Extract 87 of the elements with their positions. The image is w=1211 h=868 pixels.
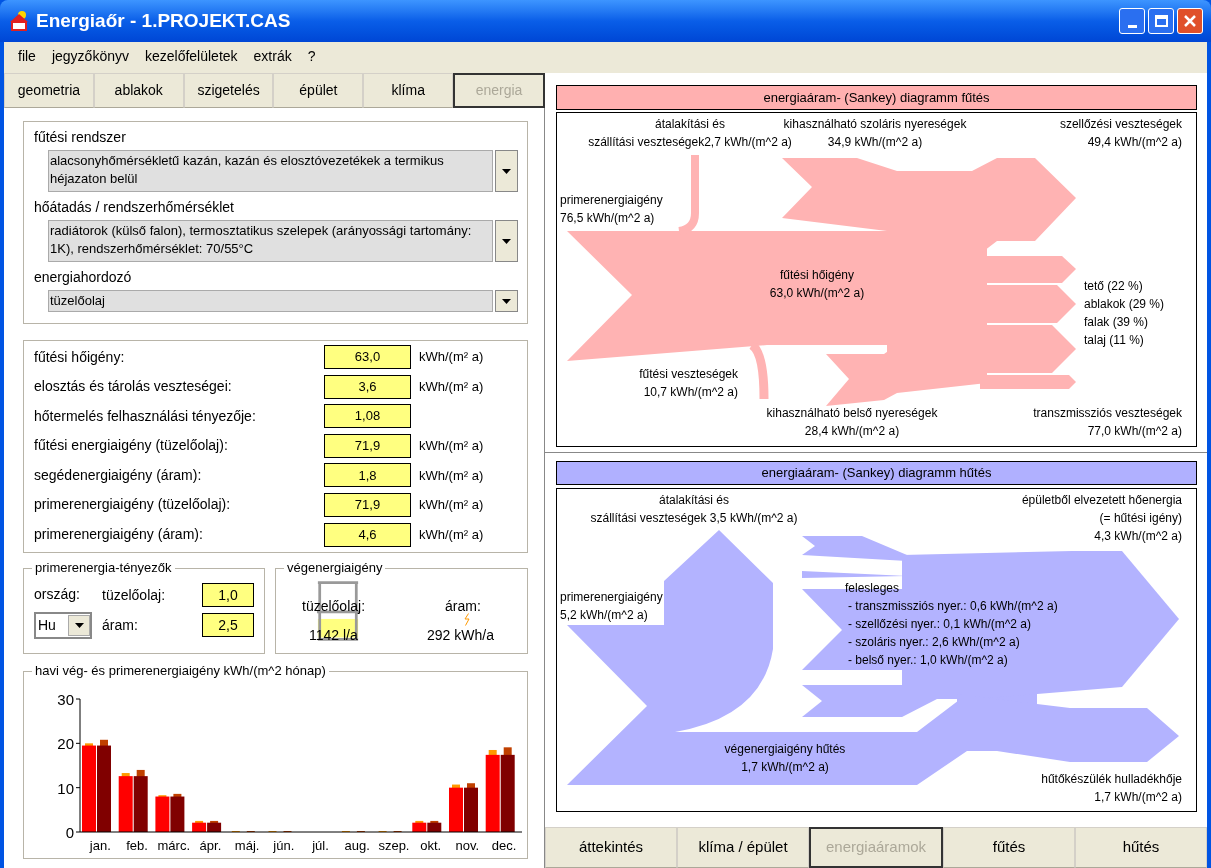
flow-label: 1,7 kWh/(m^2 a) (1094, 789, 1182, 806)
flow-label: végenergiaigény hűtés (724, 741, 846, 758)
unit-label: kWh/(m² a) (419, 437, 484, 456)
diagram-title: energiaáram- (Sankey) diagramm fűtés (556, 85, 1197, 110)
axis-tick-label: máj. (234, 838, 260, 853)
flow-label: (= hűtési igény) (1099, 510, 1182, 527)
flow-label: ablakok (29 %) (1084, 296, 1165, 313)
oil-label: tüzelőolaj: (302, 597, 366, 616)
field-label: energiahordozó (34, 268, 133, 287)
flow-label: 34,9 kWh/(m^2 a) (827, 134, 923, 151)
result-label: fűtési hőigény: (34, 347, 126, 367)
axis-tick-label: szep. (378, 838, 410, 853)
flow-label: 28,4 kWh/(m^2 a) (804, 423, 900, 440)
flow-label: szellőzési veszteségek (1059, 116, 1182, 133)
flow-label: - szellőzési nyer.: 0,1 kWh/(m^2 a) (847, 616, 1033, 633)
axis-tick-label: jún. (273, 838, 295, 853)
flow-label: - transzmissziós nyer.: 0,6 kWh/(m^2 a) (847, 598, 1058, 615)
flow-label: 10,7 kWh/(m^2 a) (643, 384, 738, 401)
value-field: 63,0 (324, 345, 411, 369)
unit-label: kWh/(m² a) (419, 348, 484, 367)
axis-tick-label: feb. (126, 838, 148, 853)
axis-tick-label: aug. (344, 838, 370, 853)
result-label: primerenergiaigény (áram): (34, 525, 204, 545)
result-label: hőtermelés felhasználási tényezője: (34, 406, 257, 426)
unit-label: kWh/(m² a) (419, 525, 484, 544)
value-field: 1,0 (202, 583, 254, 607)
flow-label: átalakítási és (659, 492, 729, 509)
axis-tick-label: márc. (157, 838, 190, 853)
result-label: elosztás és tárolás veszteségei: (34, 377, 233, 397)
value-field: 1,08 (324, 404, 411, 429)
flow-label: 5,2 kWh/(m^2 a) (560, 607, 648, 624)
flow-label: hűtőkészülék hulladékhője (1041, 771, 1182, 788)
flow-label: - belső nyer.: 1,0 kWh/(m^2 a) (847, 652, 1009, 669)
window-title: Energiaőr - 1.PROJEKT.CAS (36, 8, 291, 33)
flow-label: 1,7 kWh/(m^2 a) (741, 759, 829, 776)
unit-label: kWh/(m² a) (419, 466, 484, 485)
flow-label: 63,0 kWh/(m^2 a) (769, 285, 865, 302)
flow-label: 77,0 kWh/(m^2 a) (1087, 423, 1182, 440)
flow-label: 4,3 kWh/(m^2 a) (1094, 528, 1182, 545)
oil-value: 1142 l/a (309, 626, 358, 645)
unit-label: kWh/(m² a) (419, 496, 484, 515)
flow-label: kihasználható belső nyereségek (766, 405, 938, 422)
axis-tick-label: okt. (420, 838, 442, 853)
axis-tick-label: nov. (455, 838, 480, 853)
flow-label: szállítási veszteségek2,7 kWh/(m^2 a) (588, 134, 792, 151)
value-field: 3,6 (324, 374, 411, 399)
flow-label: transzmissziós veszteségek (1033, 405, 1182, 422)
value-field: 71,9 (324, 492, 411, 517)
flow-label: szállítási veszteségek 3,5 kWh/(m^2 a) (590, 510, 798, 527)
axis-tick-label: jan. (89, 838, 111, 853)
flow-label: - szoláris nyer.: 2,6 kWh/(m^2 a) (847, 634, 1021, 651)
flow-label: 76,5 kWh/(m^2 a) (560, 210, 655, 227)
axis-tick-label: 10 (57, 779, 74, 797)
flow-label: kihasználható szoláris nyereségek (783, 116, 967, 133)
axis-tick-label: 0 (65, 824, 74, 841)
value-field: 2,5 (202, 613, 254, 637)
flow-label: épületből elvezetett hőenergia (1021, 492, 1182, 509)
result-label: segédenergiaigény (áram): (34, 465, 203, 485)
flow-label: felesleges (845, 580, 901, 597)
electricity-label: áram: (445, 597, 481, 616)
field-label: tüzelőolaj: (102, 585, 167, 605)
axis-tick-label: ápr. (199, 838, 222, 853)
field-label: ország: (34, 585, 81, 604)
value-field: 1,8 (324, 463, 411, 488)
diagram-title: energiaáram- (Sankey) diagramm hűtés (556, 461, 1197, 485)
result-label: primerenergiaigény (tüzelőolaj): (34, 495, 232, 515)
unit-label: kWh/(m² a) (419, 377, 484, 396)
flow-label: átalakítási és (655, 116, 725, 133)
value-field: 71,9 (324, 433, 411, 458)
flow-label: talaj (11 %) (1084, 332, 1144, 349)
flow-label: fűtési hőigény (779, 267, 854, 284)
flow-label: primerenergiaigény (560, 192, 663, 209)
flow-label: falak (39 %) (1084, 314, 1149, 331)
flow-label: 49,4 kWh/(m^2 a) (1087, 134, 1182, 151)
flow-label: primerenergiaigény (560, 589, 663, 606)
axis-tick-label: 20 (57, 735, 74, 753)
axis-tick-label: dec. (491, 838, 517, 853)
result-label: fűtési energiaigény (tüzelőolaj): (34, 436, 229, 456)
axis-tick-label: 30 (57, 691, 74, 708)
field-label: áram: (102, 615, 139, 635)
flow-label: tető (22 %) (1084, 278, 1143, 295)
field-label: hőátadás / rendszerhőmérséklet (34, 198, 235, 217)
flow-label: fűtési veszteségek (639, 366, 738, 383)
axis-tick-label: júl. (312, 838, 329, 853)
field-label: fűtési rendszer (34, 128, 127, 147)
electricity-value: 292 kWh/a (427, 626, 494, 645)
value-field: 4,6 (324, 522, 411, 547)
